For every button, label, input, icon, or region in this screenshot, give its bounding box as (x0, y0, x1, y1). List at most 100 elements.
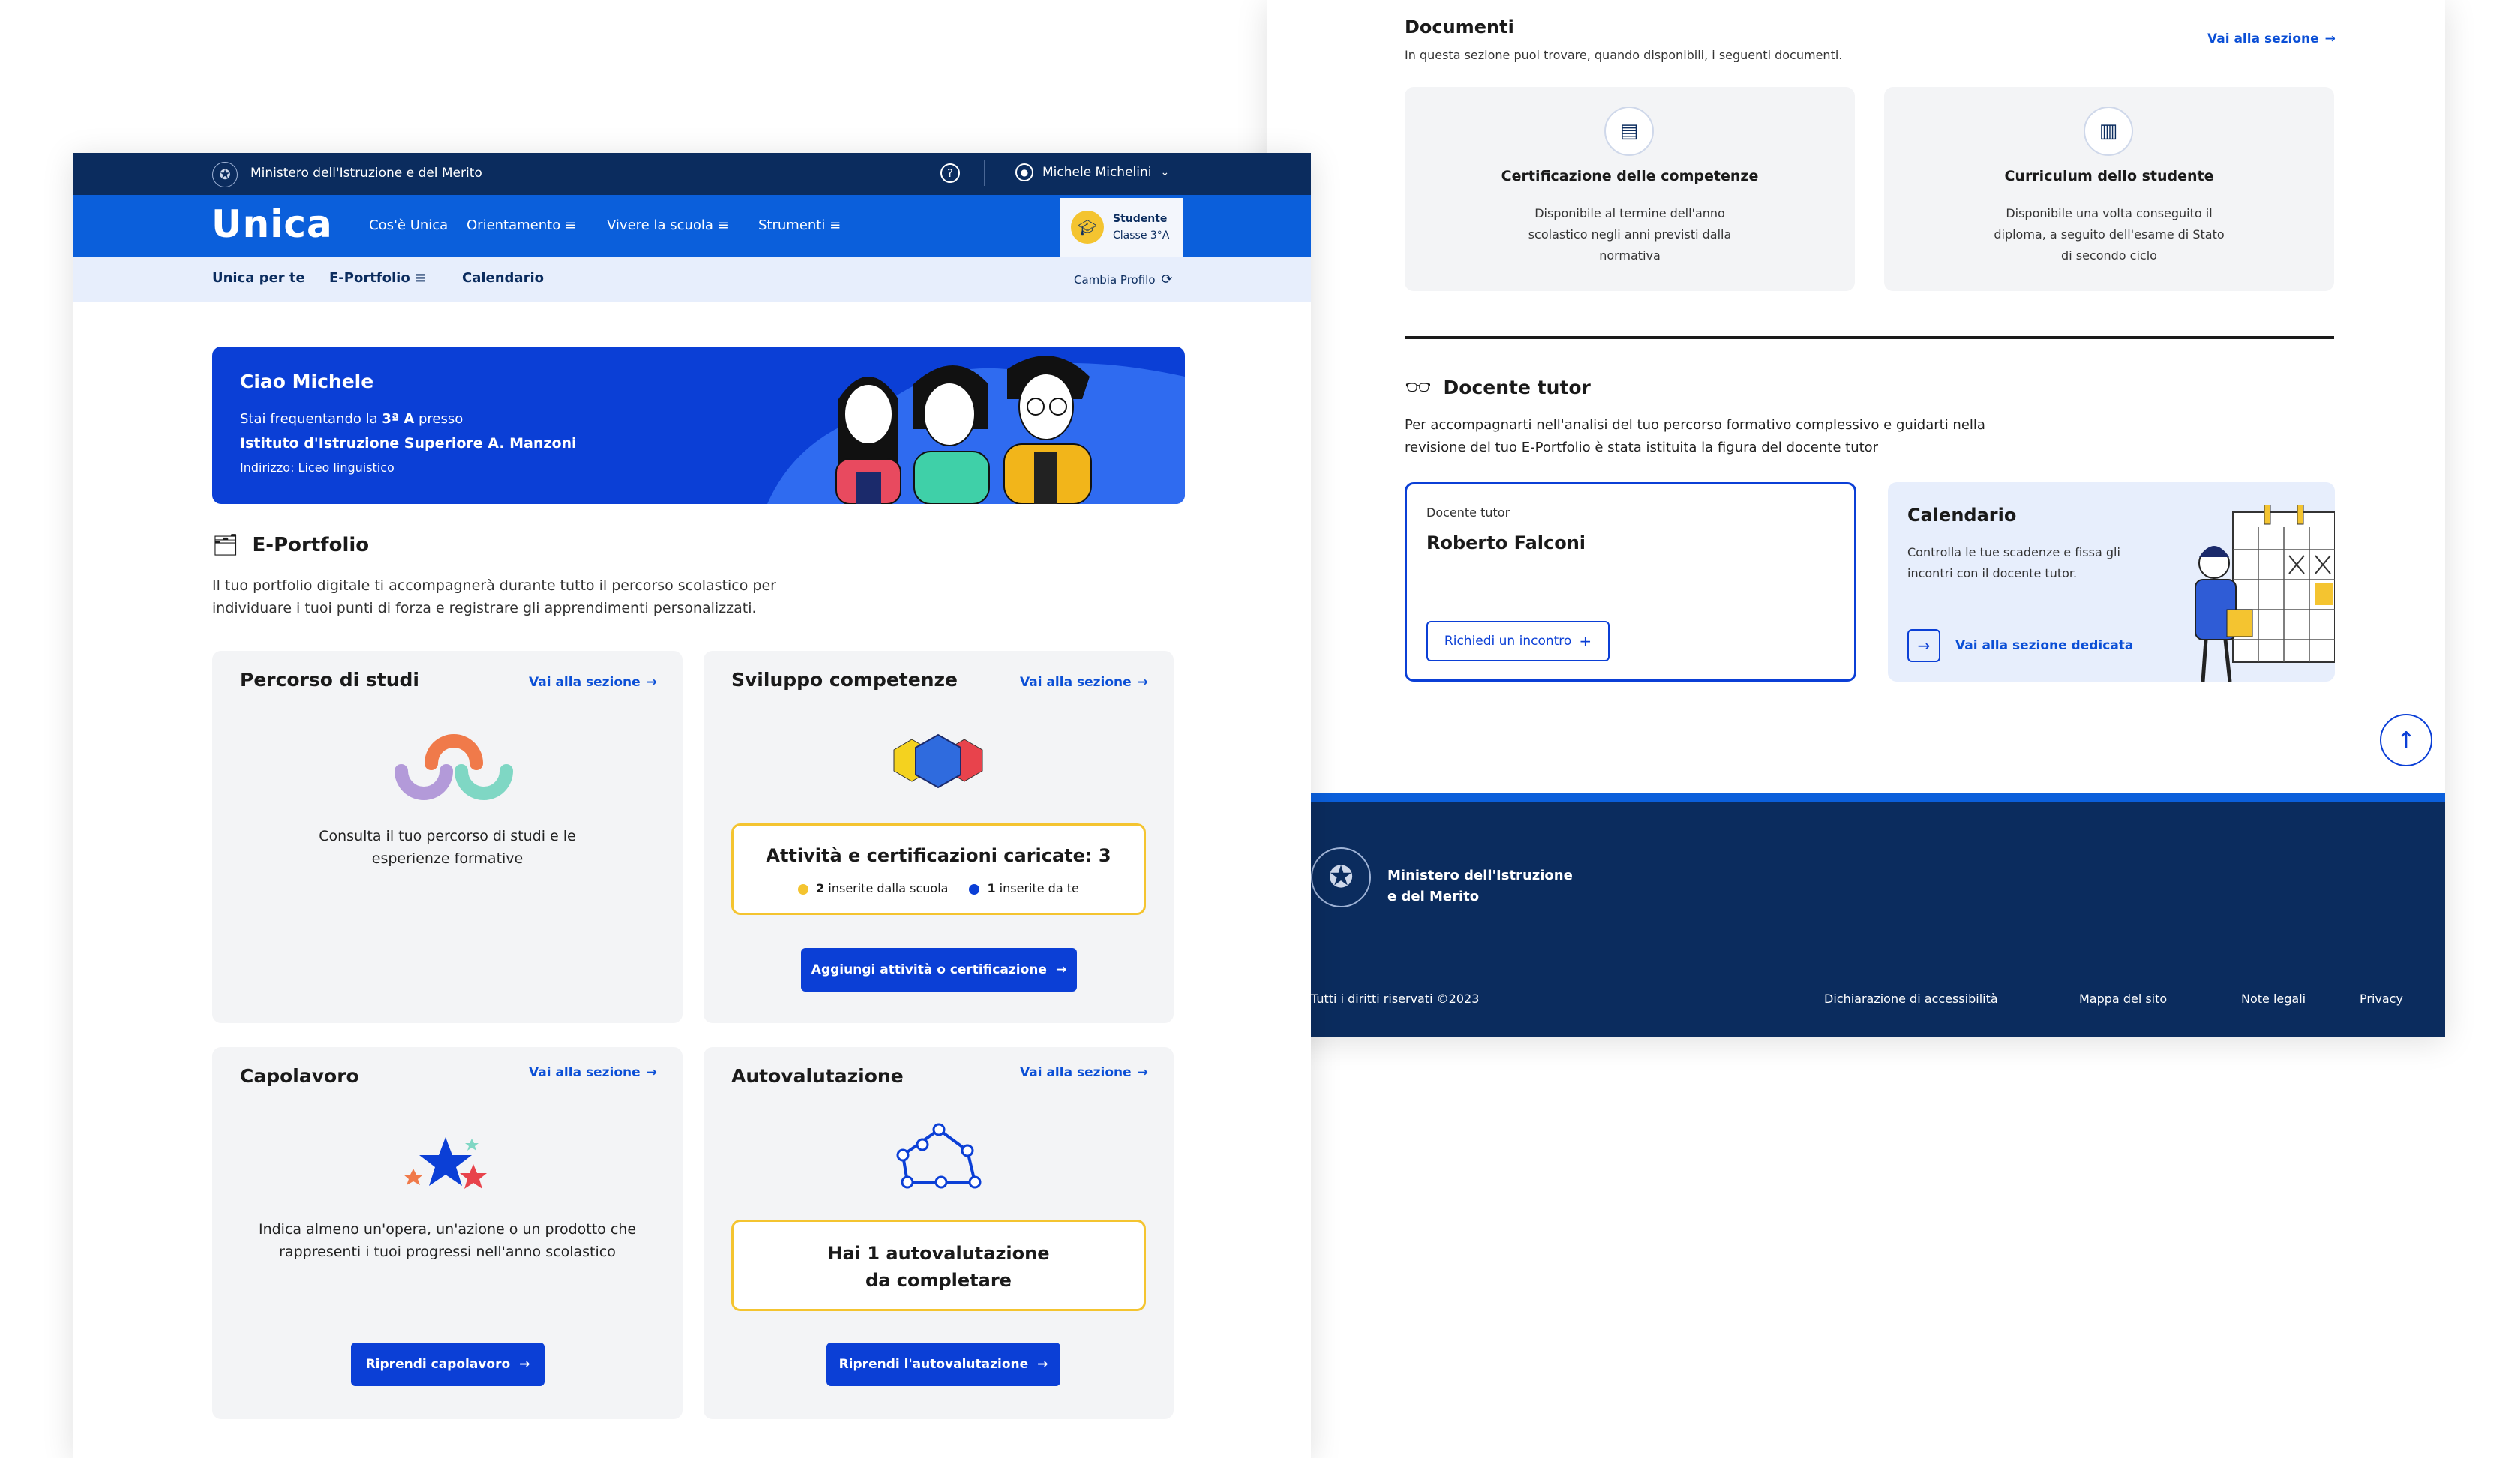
self-assessment-text: Hai 1 autovalutazione da completare (734, 1240, 1144, 1294)
eportfolio-heading: 🗂︎ E-Portfolio (212, 532, 369, 557)
button-label: Riprendi l'autovalutazione (838, 1357, 1029, 1372)
glasses-icon: 👓︎ (1405, 375, 1432, 400)
add-activity-button[interactable]: Aggiungi attività o certificazione → (801, 948, 1077, 992)
hero-class-line: Stai frequentando la 3ª A presso (240, 411, 463, 427)
profile-role: Studente (1113, 213, 1168, 225)
students-illustration (767, 356, 1185, 504)
self-assessment-line: Hai 1 autovalutazione (827, 1243, 1050, 1264)
topbar-divider (984, 160, 986, 186)
eportfolio-desc-line: Il tuo portfolio digitale ti accompagner… (212, 578, 776, 594)
republic-emblem-icon: ✪ (1311, 848, 1371, 908)
nav-item-vivere-la-scuola[interactable]: Vivere la scuola ≡ (607, 218, 729, 233)
card-autovalutazione: Autovalutazione Vai alla sezione → Hai 1 … (704, 1047, 1174, 1419)
card-sviluppo-competenze: Sviluppo competenze Vai alla sezione → At… (704, 651, 1174, 1023)
percorso-section-link[interactable]: Vai alla sezione → (529, 675, 657, 690)
tutor-card: Docente tutor Roberto Falconi Richiedi u… (1405, 482, 1856, 682)
autovalutazione-section-link[interactable]: Vai alla sezione → (1020, 1065, 1148, 1080)
network-illustration (896, 1123, 982, 1189)
subnav-eportfolio[interactable]: E-Portfolio ≡ (329, 270, 426, 286)
self-count: 1 (987, 881, 996, 896)
doc-card-curriculum[interactable]: ▥ Curriculum dello studente Disponibile … (1884, 87, 2334, 291)
nav-item-cose-unica[interactable]: Cos'è Unica (369, 218, 448, 233)
ministry-topbar: ✪ Ministero dell'Istruzione e del Merito… (74, 153, 1311, 195)
school-activities: 2 inserite dalla scuola (798, 881, 948, 896)
arrow-right-icon: → (1137, 1065, 1148, 1080)
self-label: inserite da te (999, 881, 1079, 896)
user-menu[interactable]: ● Michele Michelini ⌄ (1016, 164, 1169, 182)
card-text-line: esperienze formative (371, 850, 524, 867)
section-link-label: Vai alla sezione (1020, 675, 1132, 690)
blue-dot-icon (969, 884, 980, 895)
footer-link-label: Privacy (2360, 992, 2403, 1006)
resume-autovalutazione-button[interactable]: Riprendi l'autovalutazione → (826, 1342, 1060, 1386)
tutor-desc-line: Per accompagnarti nell'analisi del tuo p… (1405, 417, 1985, 433)
footer-copyright: Tutti i diritti riservati ©2023 (1311, 992, 1480, 1006)
request-meeting-label: Richiedi un incontro (1444, 634, 1572, 649)
arrow-right-icon: → (1037, 1357, 1048, 1372)
certificate-icon: ▤ (1604, 106, 1654, 156)
chevron-down-icon: ⌄ (1160, 166, 1170, 178)
portfolio-icon: 🗂︎ (212, 532, 239, 557)
doc-card-text-line: Disponibile una volta conseguito il (2006, 206, 2212, 220)
card-title: Autovalutazione (731, 1065, 904, 1087)
hero-school-link[interactable]: Istituto d'Istruzione Superiore A. Manzo… (240, 435, 577, 452)
change-profile-link[interactable]: Cambia Profilo ⟳ (1074, 272, 1173, 287)
footer-link-accessibility[interactable]: Dichiarazione di accessibilità (1824, 992, 1998, 1006)
card-text: Indica almeno un'opera, un'azione o un p… (212, 1218, 682, 1263)
card-title: Percorso di studi (240, 669, 419, 691)
doc-card-text: Disponibile una volta conseguito il dipl… (1884, 203, 2334, 266)
curriculum-icon: ▥ (2084, 106, 2133, 156)
section-link-label: Vai alla sezione (529, 675, 640, 690)
hero-address: Indirizzo: Liceo linguistico (240, 460, 394, 475)
capolavoro-section-link[interactable]: Vai alla sezione → (529, 1065, 657, 1080)
doc-card-certificazione[interactable]: ▤ Certificazione delle competenze Dispon… (1405, 87, 1855, 291)
button-label: Aggiungi attività o certificazione (811, 962, 1047, 977)
left-page-panel: ✪ Ministero dell'Istruzione e del Merito… (74, 153, 1311, 1458)
subnav-calendario[interactable]: Calendario (462, 270, 544, 286)
user-name: Michele Michelini (1042, 165, 1152, 180)
activities-breakdown: 2 inserite dalla scuola 1 inserite da te (734, 881, 1144, 896)
nav-item-orientamento[interactable]: Orientamento ≡ (466, 218, 576, 233)
nav-item-strumenti[interactable]: Strumenti ≡ (758, 218, 841, 233)
footer-link-legal[interactable]: Note legali (2241, 992, 2306, 1006)
doc-card-text-line: diploma, a seguito dell'esame di Stato (1994, 227, 2224, 242)
calendar-section-link[interactable]: → Vai alla sezione dedicata (1907, 629, 2133, 662)
resume-capolavoro-button[interactable]: Riprendi capolavoro → (351, 1342, 544, 1386)
documenti-section-link[interactable]: Vai alla sezione → (2207, 32, 2336, 46)
republic-emblem-icon: ✪ (212, 162, 238, 188)
subnav-unica-per-te[interactable]: Unica per te (212, 270, 305, 286)
arrow-right-icon: → (519, 1357, 530, 1372)
calendar-text: Controlla le tue scadenze e fissa gli in… (1907, 542, 2120, 584)
card-title: Sviluppo competenze (731, 669, 958, 691)
menu-icon: ≡ (564, 218, 577, 233)
back-to-top-button[interactable]: ↑ (2380, 714, 2432, 766)
eportfolio-title: E-Portfolio (252, 533, 370, 556)
doc-card-text-line: di secondo ciclo (2061, 248, 2157, 262)
self-assessment-line: da completare (866, 1270, 1012, 1291)
request-meeting-button[interactable]: Richiedi un incontro + (1426, 621, 1610, 662)
sviluppo-section-link[interactable]: Vai alla sezione → (1020, 675, 1148, 690)
activities-count-title: Attività e certificazioni caricate: 3 (766, 845, 1112, 866)
user-avatar-icon: ● (1016, 164, 1034, 182)
help-icon[interactable]: ? (940, 164, 960, 183)
tutor-title: Docente tutor (1443, 376, 1591, 398)
card-text-line: Indica almeno un'opera, un'azione o un p… (258, 1221, 637, 1238)
documenti-link-label: Vai alla sezione (2207, 32, 2319, 46)
doc-card-text: Disponibile al termine dell'anno scolast… (1405, 203, 1855, 266)
doc-card-text-line: scolastico negli anni previsti dalla (1528, 227, 1732, 242)
self-assessment-box: Hai 1 autovalutazione da completare (731, 1220, 1146, 1311)
section-divider (1405, 336, 2334, 339)
footer-link-privacy[interactable]: Privacy (2360, 992, 2403, 1006)
tutor-description: Per accompagnarti nell'analisi del tuo p… (1405, 414, 1985, 459)
school-label: inserite dalla scuola (828, 881, 949, 896)
yellow-dot-icon (798, 884, 809, 895)
unica-logo[interactable]: Unica (212, 202, 333, 246)
footer-link-sitemap[interactable]: Mappa del sito (2079, 992, 2167, 1006)
profile-switcher[interactable]: 🎓︎ Studente Classe 3°A (1060, 198, 1184, 256)
subnav-label: E-Portfolio (329, 270, 410, 286)
arrow-right-icon: → (1137, 675, 1148, 690)
welcome-banner: Ciao Michele Stai frequentando la 3ª A p… (212, 346, 1185, 504)
nav-item-label: Vivere la scuola (607, 218, 713, 233)
tutor-label: Docente tutor (1426, 506, 1510, 520)
footer-link-label: Dichiarazione di accessibilità (1824, 992, 1998, 1006)
